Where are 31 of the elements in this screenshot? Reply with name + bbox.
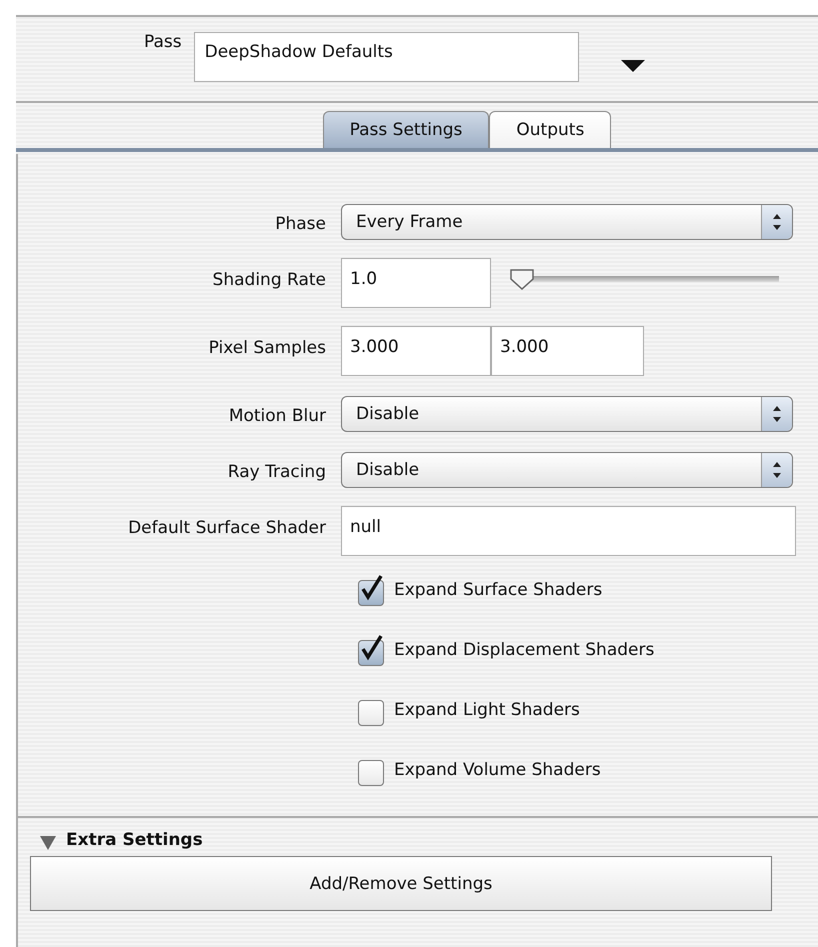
field-label: Default Surface Shader bbox=[127, 517, 326, 538]
checkbox-label: Expand Displacement Shaders bbox=[394, 640, 654, 660]
field-label: Phase bbox=[274, 213, 326, 234]
checkbox-label: Expand Surface Shaders bbox=[394, 580, 602, 600]
tab[interactable]: Pass Settings bbox=[322, 111, 490, 148]
dropdown-arrow-icon[interactable] bbox=[620, 60, 645, 72]
field-label: Shading Rate bbox=[212, 269, 326, 290]
add-remove-settings-button[interactable]: Add/Remove Settings bbox=[30, 856, 772, 911]
field-label: Motion Blur bbox=[228, 405, 326, 426]
disclosure-triangle-icon bbox=[40, 836, 56, 850]
dropdown[interactable]: Disable bbox=[341, 452, 793, 488]
stepper-icon bbox=[761, 397, 792, 431]
field-label: Pixel Samples bbox=[208, 337, 326, 358]
stepper-icon bbox=[761, 453, 792, 487]
input-field[interactable]: 1.0 bbox=[341, 258, 491, 308]
field-label: Ray Tracing bbox=[226, 461, 326, 482]
dropdown[interactable]: Disable bbox=[341, 396, 793, 432]
checkbox-label: Expand Volume Shaders bbox=[394, 760, 601, 780]
dropdown[interactable]: Every Frame bbox=[341, 204, 793, 240]
input-field[interactable]: 3.000 bbox=[341, 326, 491, 376]
pass-field[interactable]: DeepShadow Defaults bbox=[194, 32, 579, 82]
checkbox[interactable] bbox=[358, 634, 386, 666]
checkbox[interactable] bbox=[358, 574, 386, 606]
tab[interactable]: Outputs bbox=[489, 111, 612, 148]
pass-label: Pass bbox=[144, 32, 182, 52]
input-field[interactable]: null bbox=[341, 506, 796, 556]
input-field[interactable]: 3.000 bbox=[491, 326, 644, 376]
checkbox-label: Expand Light Shaders bbox=[394, 700, 580, 720]
stepper-icon bbox=[761, 205, 792, 239]
section-header[interactable]: Extra Settings bbox=[22, 826, 203, 850]
slider-thumb[interactable] bbox=[508, 268, 535, 290]
